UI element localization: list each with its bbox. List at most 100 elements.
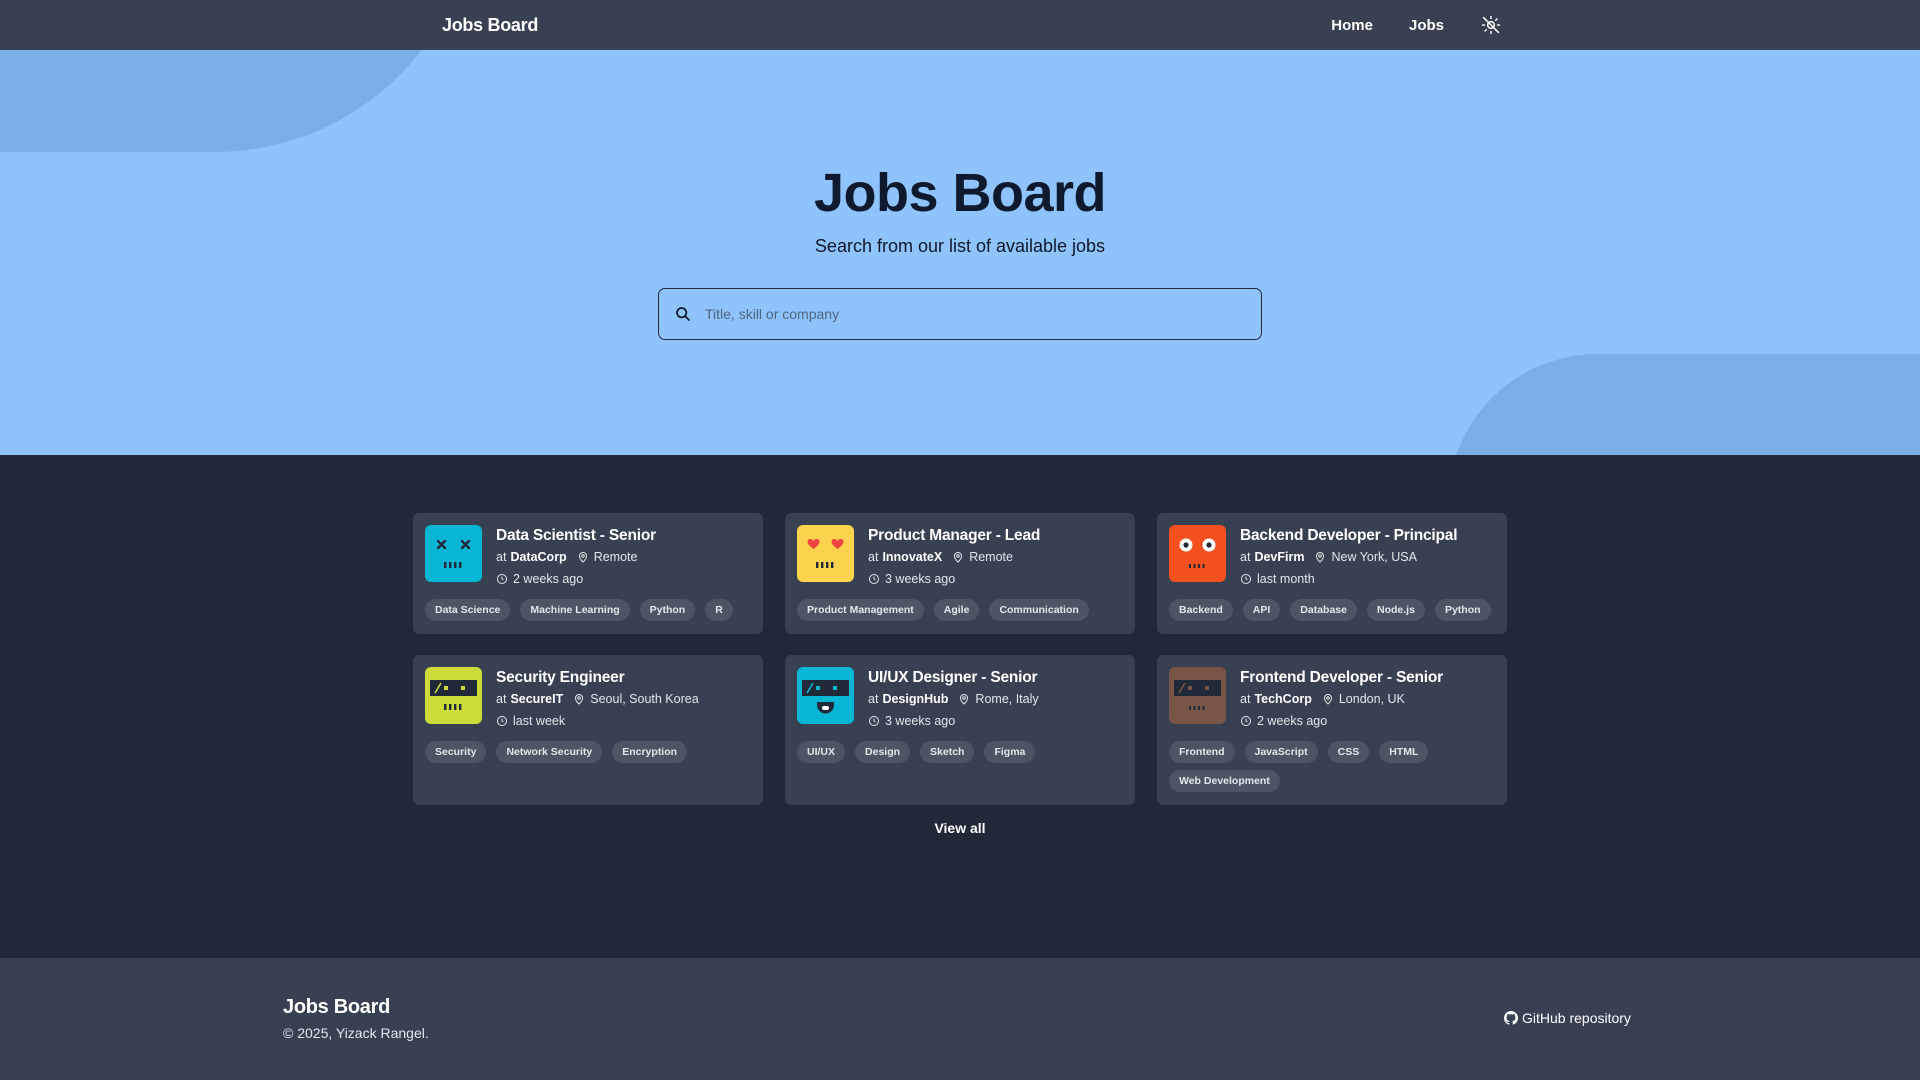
at-label: at bbox=[868, 550, 879, 564]
job-tag[interactable]: Python bbox=[1434, 599, 1491, 621]
location-pin-icon bbox=[577, 551, 589, 563]
clock-icon bbox=[1240, 573, 1252, 585]
job-card[interactable]: Data Scientist - Senior at DataCorp Remo… bbox=[413, 513, 763, 634]
job-card-header: Security Engineer at SecureIT Seoul, Sou… bbox=[425, 667, 751, 732]
job-card[interactable]: Backend Developer - Principal at DevFirm… bbox=[1157, 513, 1507, 634]
at-label: at bbox=[496, 550, 507, 564]
job-tag[interactable]: Node.js bbox=[1367, 599, 1425, 621]
job-posted-time: 2 weeks ago bbox=[513, 572, 584, 586]
job-location: Seoul, South Korea bbox=[590, 692, 699, 706]
job-title[interactable]: Backend Developer - Principal bbox=[1240, 526, 1458, 546]
robot-face-icon bbox=[425, 525, 482, 582]
job-title[interactable]: Data Scientist - Senior bbox=[496, 526, 656, 546]
job-title[interactable]: Security Engineer bbox=[496, 668, 699, 688]
job-location: Remote bbox=[593, 550, 638, 564]
robot-face-icon bbox=[797, 667, 854, 724]
github-repository-link[interactable]: GitHub repository bbox=[1504, 1010, 1631, 1026]
clock-icon bbox=[1240, 715, 1252, 727]
job-card[interactable]: Frontend Developer - Senior at TechCorp … bbox=[1157, 655, 1507, 805]
clock-icon bbox=[496, 573, 508, 585]
job-tag[interactable]: Frontend bbox=[1169, 741, 1235, 763]
nav-link-home[interactable]: Home bbox=[1331, 17, 1373, 34]
company-name: InnovateX bbox=[882, 550, 943, 564]
decorative-blob-bottom-right bbox=[1448, 354, 1920, 455]
hero-subtitle: Search from our list of available jobs bbox=[814, 236, 1106, 256]
job-tag[interactable]: Design bbox=[855, 741, 911, 763]
job-tag[interactable]: Machine Learning bbox=[520, 599, 630, 621]
job-tag[interactable]: Database bbox=[1290, 599, 1357, 621]
job-tags: Data Science Machine Learning Python R bbox=[425, 599, 751, 621]
job-card[interactable]: Product Manager - Lead at InnovateX Remo… bbox=[785, 513, 1135, 634]
location-pin-icon bbox=[573, 693, 585, 705]
job-posted-time: 2 weeks ago bbox=[1257, 714, 1328, 728]
theme-toggle-button[interactable] bbox=[1480, 14, 1502, 36]
jobs-grid: Data Scientist - Senior at DataCorp Remo… bbox=[413, 513, 1507, 805]
job-tag[interactable]: Python bbox=[639, 599, 696, 621]
footer-copyright: © 2025, Yizack Rangel. bbox=[283, 1025, 429, 1041]
navbar: Jobs Board Home Jobs bbox=[0, 0, 1920, 50]
job-tag[interactable]: API bbox=[1242, 599, 1281, 621]
job-tag[interactable]: Security bbox=[425, 741, 487, 763]
job-title[interactable]: UI/UX Designer - Senior bbox=[868, 668, 1039, 688]
job-title[interactable]: Frontend Developer - Senior bbox=[1240, 668, 1443, 688]
nav-link-jobs[interactable]: Jobs bbox=[1409, 17, 1444, 34]
robot-face-icon bbox=[1169, 525, 1226, 582]
job-tag[interactable]: R bbox=[705, 599, 733, 621]
job-info: Frontend Developer - Senior at TechCorp … bbox=[1240, 667, 1443, 732]
job-tag[interactable]: Product Management bbox=[797, 599, 924, 621]
company-avatar bbox=[1169, 525, 1226, 582]
job-tag[interactable]: Sketch bbox=[920, 741, 975, 763]
view-all-link[interactable]: View all bbox=[934, 820, 985, 836]
company-name: DevFirm bbox=[1254, 550, 1305, 564]
job-tag[interactable]: UI/UX bbox=[797, 741, 846, 763]
job-title[interactable]: Product Manager - Lead bbox=[868, 526, 1040, 546]
job-posted-time: last month bbox=[1257, 572, 1315, 586]
job-tag[interactable]: Data Science bbox=[425, 599, 511, 621]
job-tag[interactable]: Agile bbox=[933, 599, 980, 621]
job-posted-line: 3 weeks ago bbox=[868, 710, 1039, 732]
job-tag[interactable]: Encryption bbox=[612, 741, 688, 763]
company-avatar bbox=[797, 525, 854, 582]
job-tags: Backend API Database Node.js Python bbox=[1169, 599, 1495, 621]
job-tag[interactable]: CSS bbox=[1327, 741, 1370, 763]
job-location: New York, USA bbox=[1331, 550, 1417, 564]
robot-face-icon bbox=[797, 525, 854, 582]
job-tags: Product Management Agile Communication bbox=[797, 599, 1123, 621]
job-location: Rome, Italy bbox=[975, 692, 1039, 706]
job-tag[interactable]: Figma bbox=[984, 741, 1036, 763]
job-tag[interactable]: Network Security bbox=[496, 741, 603, 763]
job-tag[interactable]: Backend bbox=[1169, 599, 1233, 621]
company-avatar bbox=[425, 525, 482, 582]
job-posted-time: 3 weeks ago bbox=[885, 714, 956, 728]
job-info: Security Engineer at SecureIT Seoul, Sou… bbox=[496, 667, 699, 732]
job-tag[interactable]: HTML bbox=[1379, 741, 1429, 763]
clock-icon bbox=[868, 715, 880, 727]
clock-icon bbox=[868, 573, 880, 585]
company-name: DataCorp bbox=[510, 550, 567, 564]
decorative-blob-top-left bbox=[0, 50, 475, 152]
job-company-line: at DesignHub Rome, Italy bbox=[868, 688, 1039, 710]
job-tag[interactable]: JavaScript bbox=[1244, 741, 1318, 763]
at-label: at bbox=[496, 692, 507, 706]
footer-brand: Jobs Board bbox=[283, 996, 391, 1018]
job-company-line: at InnovateX Remote bbox=[868, 546, 1040, 568]
job-tag[interactable]: Communication bbox=[989, 599, 1089, 621]
brand-link[interactable]: Jobs Board bbox=[442, 15, 538, 36]
job-posted-line: last month bbox=[1240, 568, 1457, 590]
job-card-header: Product Manager - Lead at InnovateX Remo… bbox=[797, 525, 1123, 590]
search-box[interactable] bbox=[658, 288, 1262, 340]
job-posted-time: last week bbox=[513, 714, 566, 728]
company-name: SecureIT bbox=[510, 692, 564, 706]
github-icon bbox=[1504, 1011, 1518, 1025]
job-tag[interactable]: Web Development bbox=[1169, 770, 1280, 792]
at-label: at bbox=[1240, 692, 1251, 706]
job-info: UI/UX Designer - Senior at DesignHub Rom… bbox=[868, 667, 1039, 732]
job-info: Data Scientist - Senior at DataCorp Remo… bbox=[496, 525, 656, 590]
job-posted-line: 3 weeks ago bbox=[868, 568, 1040, 590]
nav-links: Home Jobs bbox=[1331, 14, 1502, 36]
job-card[interactable]: UI/UX Designer - Senior at DesignHub Rom… bbox=[785, 655, 1135, 805]
location-pin-icon bbox=[952, 551, 964, 563]
search-input[interactable] bbox=[693, 289, 1261, 339]
job-card[interactable]: Security Engineer at SecureIT Seoul, Sou… bbox=[413, 655, 763, 805]
job-location: London, UK bbox=[1338, 692, 1405, 706]
